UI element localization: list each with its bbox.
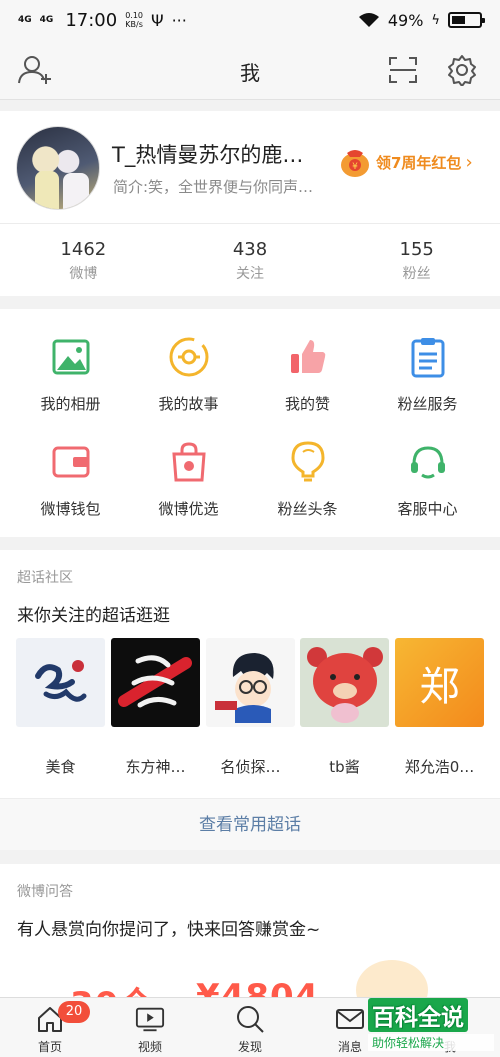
headset-icon xyxy=(406,440,450,484)
grid-label: 微博优选 xyxy=(158,500,219,518)
tab-label: 首页 xyxy=(37,1040,62,1054)
topic-name: 名侦探… xyxy=(220,758,281,776)
wallet-icon xyxy=(49,440,93,484)
more-status-icon: ··· xyxy=(171,10,187,30)
grid-item-customer-service[interactable]: 客服中心 xyxy=(365,440,490,519)
charging-icon: ϟ xyxy=(431,12,440,28)
shopping-bag-icon xyxy=(167,440,211,484)
grid-label: 我的故事 xyxy=(158,395,219,413)
tab-discover[interactable]: 发现 xyxy=(200,998,300,1057)
grid-item-story[interactable]: 我的故事 xyxy=(126,335,251,414)
grid-item-likes[interactable]: 我的赞 xyxy=(245,335,370,414)
grid-item-select[interactable]: 微博优选 xyxy=(126,440,251,519)
section-title: 超话社区 xyxy=(17,570,73,586)
topic-item[interactable]: tb酱 xyxy=(300,638,389,777)
network-speed-value: 0.10 xyxy=(125,11,143,20)
stat-label: 关注 xyxy=(236,266,264,282)
stat-following[interactable]: 438 关注 xyxy=(167,231,334,291)
stat-label: 微博 xyxy=(69,266,98,282)
grid-label: 微博钱包 xyxy=(40,500,101,518)
grid-label: 粉丝头条 xyxy=(277,500,338,518)
topic-image xyxy=(206,638,295,727)
topic-image xyxy=(300,638,389,727)
redpacket-label: 领7周年红包 xyxy=(376,153,462,172)
profile-card[interactable]: T_热情曼苏尔的鹿… 简介:笑，全世界便与你同声… ¥ 领7周年红包 › 146… xyxy=(0,111,500,296)
network-speed: 0.10 KB/s xyxy=(125,11,143,29)
grid-item-wallet[interactable]: 微博钱包 xyxy=(8,440,133,519)
grid-label: 客服中心 xyxy=(397,500,458,518)
mail-icon xyxy=(335,1004,365,1034)
avatar[interactable] xyxy=(16,126,100,210)
clipboard-icon xyxy=(406,335,450,379)
topic-name: 东方神… xyxy=(125,758,186,776)
weibo-qa-section[interactable]: 微博问答 有人悬赏向你提问了，快来回答赚赏金~ 30个 ¥4804 xyxy=(0,864,500,1004)
network-speed-unit: KB/s xyxy=(125,20,143,29)
watermark: 百科全说 助你轻松解决 xyxy=(368,998,494,1054)
tab-label: 视频 xyxy=(137,1040,162,1054)
topic-item[interactable]: 东方神… xyxy=(111,638,200,777)
stat-number: 1462 xyxy=(60,239,107,260)
battery-percent: 49% xyxy=(387,10,424,30)
svg-text:¥: ¥ xyxy=(352,162,358,172)
divider xyxy=(0,223,500,224)
search-icon xyxy=(235,1004,265,1034)
topic-name: 美食 xyxy=(45,758,76,776)
chevron-right-icon: › xyxy=(465,151,473,173)
stat-number: 155 xyxy=(399,239,434,260)
redpacket-icon: ¥ xyxy=(341,150,369,177)
network-indicator: 4G xyxy=(18,15,32,25)
topic-name: tb酱 xyxy=(329,758,360,776)
grid-label: 粉丝服务 xyxy=(397,395,458,413)
stat-followers[interactable]: 155 粉丝 xyxy=(333,231,500,291)
tab-home[interactable]: 首页 20 xyxy=(0,998,100,1057)
anniversary-redpacket-button[interactable]: ¥ 领7周年红包 › xyxy=(338,145,473,179)
battery-icon xyxy=(448,12,485,28)
settings-gear-icon[interactable] xyxy=(442,52,482,88)
scan-icon[interactable] xyxy=(383,52,423,88)
grid-label: 我的相册 xyxy=(40,395,101,413)
usb-icon: Ψ xyxy=(151,10,164,30)
grid-item-headline[interactable]: 粉丝头条 xyxy=(245,440,370,519)
profile-stats: 1462 微博 438 关注 155 粉丝 xyxy=(0,231,500,291)
topic-image xyxy=(16,638,105,727)
user-intro: 简介:笑，全世界便与你同声… xyxy=(113,178,314,196)
story-icon xyxy=(167,335,211,379)
tab-video[interactable]: 视频 xyxy=(100,998,200,1057)
topic-image: 郑 xyxy=(395,638,484,727)
unread-badge: 20 xyxy=(58,1001,90,1023)
stat-label: 粉丝 xyxy=(402,266,431,282)
section-title: 微博问答 xyxy=(17,884,73,900)
topic-name: 郑允浩0… xyxy=(404,758,475,776)
watermark-main: 百科全说 xyxy=(368,998,468,1032)
view-common-topics-link[interactable]: 查看常用超话 xyxy=(0,798,500,850)
thumbs-up-icon xyxy=(286,335,330,379)
section-subtitle: 来你关注的超话逛逛 xyxy=(17,606,170,626)
super-topic-section: 超话社区 来你关注的超话逛逛 美食 东方神… 名侦探… tb酱 郑 郑允浩0… … xyxy=(0,550,500,850)
grid-item-fan-service[interactable]: 粉丝服务 xyxy=(365,335,490,414)
stat-weibo[interactable]: 1462 微博 xyxy=(0,231,167,291)
topic-image-text: 郑 xyxy=(419,663,460,710)
tab-label: 发现 xyxy=(237,1040,262,1054)
network-indicator-2: 4G xyxy=(39,15,54,25)
section-subtitle: 有人悬赏向你提问了，快来回答赚赏金~ xyxy=(17,920,321,940)
album-icon xyxy=(49,335,93,379)
status-bar: 4G 4G 17:00 0.10 KB/s Ψ ··· 49% ϟ xyxy=(0,0,500,40)
feature-grid: 我的相册 我的故事 我的赞 粉丝服务 微博钱包 微博优选 粉丝头条 客服中心 xyxy=(0,309,500,537)
topic-image xyxy=(111,638,200,727)
stat-number: 438 xyxy=(232,239,268,260)
watermark-sub: 助你轻松解决 xyxy=(368,1034,494,1051)
video-icon xyxy=(135,1004,165,1034)
grid-item-album[interactable]: 我的相册 xyxy=(8,335,133,414)
bulb-icon xyxy=(286,440,330,484)
topic-item[interactable]: 郑 郑允浩0… xyxy=(395,638,484,777)
wifi-icon xyxy=(358,13,379,27)
user-name: T_热情曼苏尔的鹿… xyxy=(112,143,304,167)
topic-item[interactable]: 美食 xyxy=(16,638,105,777)
topic-item[interactable]: 名侦探… xyxy=(206,638,295,777)
grid-label: 我的赞 xyxy=(284,395,330,413)
page-title: 我 xyxy=(240,61,260,85)
status-time: 17:00 xyxy=(65,9,118,31)
top-nav-bar: 我 xyxy=(0,40,500,100)
